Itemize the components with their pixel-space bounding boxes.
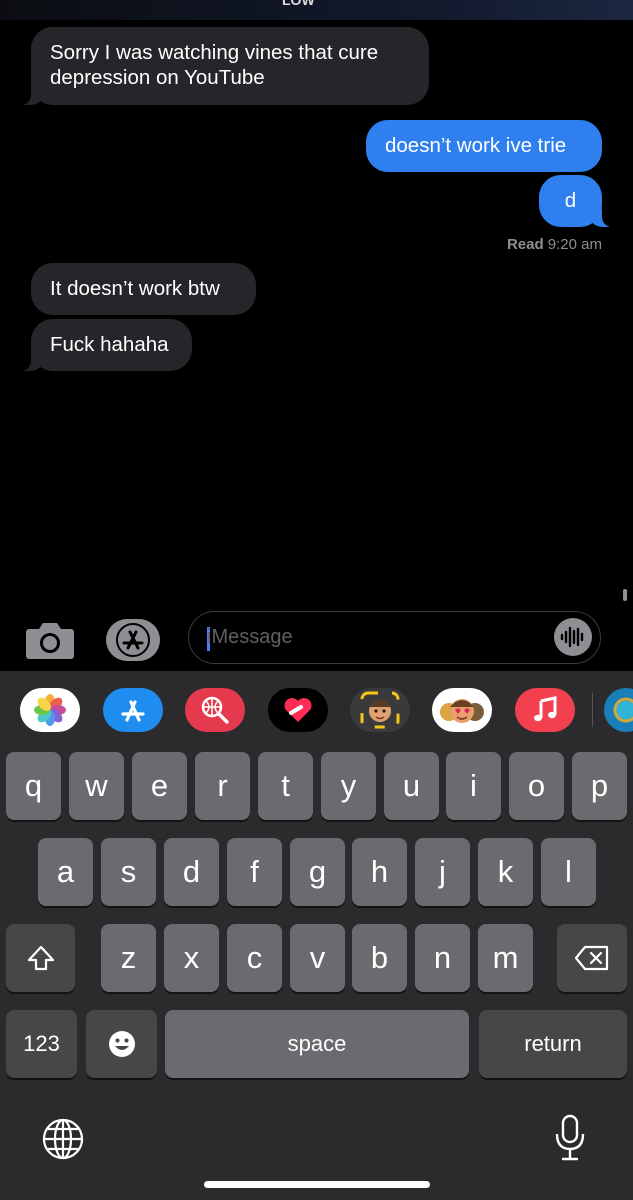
key-z[interactable]: z (101, 924, 156, 992)
key-m[interactable]: m (478, 924, 533, 992)
message-text: depression on YouTube (50, 66, 265, 89)
heart-icon (284, 698, 312, 722)
read-receipt: Read 9:20 am (507, 236, 602, 253)
app-animoji[interactable] (432, 688, 492, 732)
app-store-icon (116, 623, 150, 657)
key-q[interactable]: q (6, 752, 61, 820)
app-more[interactable] (604, 688, 633, 732)
return-key[interactable]: return (479, 1010, 627, 1078)
key-p[interactable]: p (572, 752, 627, 820)
app-photos[interactable] (20, 688, 80, 732)
keyboard: q w e r t y u i o p a s d f g h j k l z … (0, 671, 633, 1200)
key-a[interactable]: a (38, 838, 93, 906)
key-l[interactable]: l (541, 838, 596, 906)
message-text: doesn’t work ive trie (385, 134, 567, 157)
key-h[interactable]: h (352, 838, 407, 906)
message-bubble-incoming[interactable]: It doesn’t work btw (31, 263, 256, 315)
key-y[interactable]: y (321, 752, 376, 820)
emoji-key[interactable] (86, 1010, 157, 1078)
audio-message-button[interactable] (554, 618, 592, 656)
message-input-placeholder: iMessage (207, 626, 293, 648)
read-label: Read (506, 236, 544, 253)
key-c[interactable]: c (227, 924, 282, 992)
camera-icon (26, 623, 74, 659)
key-u[interactable]: u (384, 752, 439, 820)
message-bubble-outgoing[interactable]: doesn’t work ive trie (366, 120, 602, 172)
dictation-button[interactable] (553, 1114, 587, 1167)
space-key[interactable]: space (165, 1010, 469, 1078)
search-globe-icon (201, 696, 229, 724)
key-j[interactable]: j (415, 838, 470, 906)
key-s[interactable]: s (101, 838, 156, 906)
waveform-icon (560, 626, 584, 648)
status-bar: LOW (0, 0, 633, 20)
message-input[interactable]: iMessage (188, 611, 601, 664)
compose-bar: iMessage (0, 605, 633, 671)
app-drawer (0, 671, 633, 747)
message-text: Sorry I was watching vines that cure (50, 41, 379, 64)
app-digital-touch[interactable] (268, 688, 328, 732)
home-indicator[interactable] (204, 1181, 430, 1188)
emoji-icon (108, 1031, 135, 1057)
app-icon (613, 697, 633, 723)
key-g[interactable]: g (290, 838, 345, 906)
app-strip-divider (592, 693, 593, 727)
memoji-icon (360, 691, 400, 729)
music-note-icon (534, 696, 557, 722)
key-b[interactable]: b (352, 924, 407, 992)
delete-key[interactable] (557, 924, 627, 992)
app-app-store[interactable] (103, 688, 163, 732)
key-t[interactable]: t (258, 752, 313, 820)
backspace-icon (574, 945, 609, 971)
camera-button[interactable] (25, 619, 75, 661)
animoji-icon (440, 699, 484, 723)
key-x[interactable]: x (164, 924, 219, 992)
key-w[interactable]: w (69, 752, 124, 820)
message-text: d (564, 189, 577, 212)
globe-icon (42, 1118, 84, 1160)
scroll-indicator[interactable] (623, 589, 627, 601)
status-bar-text: LOW (282, 0, 315, 8)
key-k[interactable]: k (478, 838, 533, 906)
read-time: 9:20 am (547, 236, 602, 253)
key-i[interactable]: i (446, 752, 501, 820)
microphone-icon (555, 1114, 585, 1161)
key-f[interactable]: f (227, 838, 282, 906)
message-bubble-incoming[interactable]: Fuck hahaha (19, 319, 192, 371)
numbers-key[interactable]: 123 (6, 1010, 77, 1078)
message-bubble-incoming[interactable]: Sorry I was watching vines that cure dep… (19, 27, 429, 105)
message-text: It doesn’t work btw (50, 277, 220, 300)
app-store-button[interactable] (106, 619, 160, 661)
key-e[interactable]: e (132, 752, 187, 820)
photos-icon (34, 694, 66, 726)
key-n[interactable]: n (415, 924, 470, 992)
message-text: Fuck hahaha (50, 333, 169, 356)
message-bubble-outgoing[interactable]: d (539, 175, 614, 227)
key-r[interactable]: r (195, 752, 250, 820)
globe-button[interactable] (41, 1117, 85, 1166)
app-web-search[interactable] (185, 688, 245, 732)
shift-key[interactable] (6, 924, 75, 992)
shift-icon (27, 945, 54, 971)
key-d[interactable]: d (164, 838, 219, 906)
key-o[interactable]: o (509, 752, 564, 820)
app-music[interactable] (515, 688, 575, 732)
app-memoji-stickers[interactable] (350, 688, 410, 732)
key-v[interactable]: v (290, 924, 345, 992)
app-store-icon (121, 700, 145, 722)
